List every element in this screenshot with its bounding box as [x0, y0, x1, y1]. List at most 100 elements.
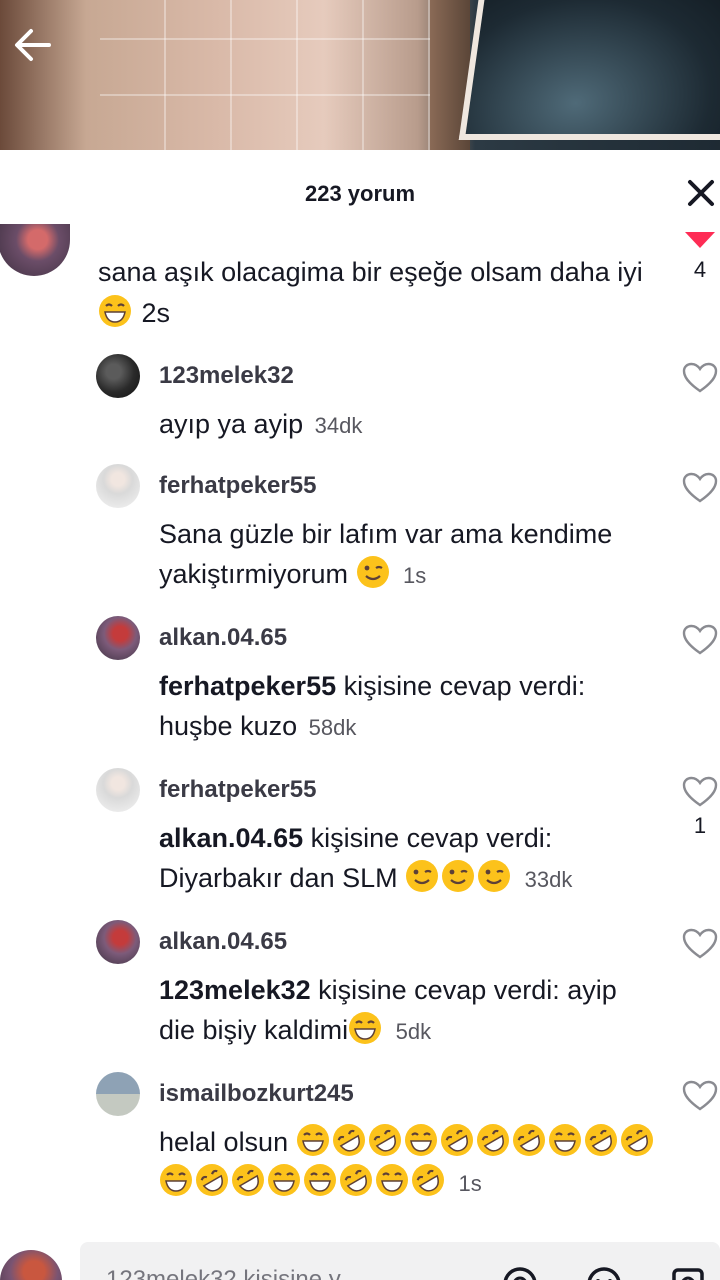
avatar[interactable] — [96, 1072, 140, 1116]
reply-time: 34dk — [314, 413, 363, 438]
reply-text: ayıp ya ayip 34dk — [159, 404, 659, 446]
reply-text: helal olsun 1s — [159, 1122, 679, 1204]
close-button[interactable] — [684, 176, 718, 210]
reply-time: 1s — [458, 1171, 482, 1196]
laughing-emoji-icon — [548, 1124, 581, 1156]
winking-emoji-icon — [356, 556, 389, 588]
laughing-emoji-icon — [99, 295, 131, 327]
reply-item: ferhatpeker55 Sana güzle bir lafım var a… — [0, 464, 720, 616]
reply-item: alkan.04.65 ferhatpeker55 kişisine cevap… — [0, 616, 720, 768]
reply-username[interactable]: alkan.04.65 — [159, 928, 287, 956]
like-button[interactable] — [680, 472, 720, 509]
reply-text: Sana güzle bir lafım var ama kendime yak… — [159, 514, 659, 596]
comment-list[interactable]: sana aşık olacagima bir eşeğe olsam daha… — [0, 224, 720, 1224]
reply-text: alkan.04.65 kişisine cevap verdi: Diyarb… — [159, 818, 659, 900]
reply-body: ayıp ya ayip — [159, 409, 304, 439]
comment-input-bar: 123melek32 kişisine y — [0, 1238, 720, 1280]
avatar[interactable] — [96, 464, 140, 508]
input-icons — [500, 1264, 720, 1280]
avatar[interactable] — [0, 224, 70, 276]
like-button[interactable] — [680, 1080, 720, 1117]
back-button[interactable] — [8, 20, 58, 70]
rofl-emoji-icon — [232, 1164, 264, 1196]
reply-mention[interactable]: 123melek32 — [159, 975, 311, 1005]
comment-input-placeholder: 123melek32 kişisine y — [106, 1266, 341, 1280]
like-button[interactable]: 1 — [680, 776, 720, 839]
comments-sheet: 223 yorum sana aşık olacagima bir eşeğe … — [0, 150, 720, 1280]
laughing-emoji-icon — [268, 1164, 300, 1196]
laughing-emoji-icon — [376, 1164, 408, 1196]
reply-time: 33dk — [524, 867, 573, 892]
reply-username[interactable]: ismailbozkurt245 — [159, 1080, 354, 1108]
avatar[interactable] — [96, 616, 140, 660]
winking-emoji-icon — [478, 860, 511, 892]
comment-item: sana aşık olacagima bir eşeğe olsam daha… — [0, 224, 720, 354]
laughing-emoji-icon — [304, 1164, 336, 1196]
reply-prefix: kişisine cevap verdi: — [318, 975, 560, 1005]
rofl-emoji-icon — [368, 1124, 401, 1156]
heart-outline-icon — [682, 928, 718, 959]
video-preview[interactable] — [0, 0, 720, 150]
rofl-emoji-icon — [620, 1124, 653, 1156]
reply-body: Diyarbakır dan SLM — [159, 863, 398, 893]
reply-username[interactable]: 123melek32 — [159, 362, 294, 390]
reply-time: 1s — [403, 563, 427, 588]
reply-item: ismailbozkurt245 helal olsun 1s — [0, 1072, 720, 1224]
sticker-icon[interactable] — [668, 1264, 708, 1280]
reply-prefix: kişisine cevap verdi: — [310, 823, 553, 853]
reply-body: huşbe kuzo — [159, 711, 298, 741]
reply-mention[interactable]: alkan.04.65 — [159, 823, 303, 853]
mention-icon[interactable] — [500, 1264, 540, 1280]
like-button[interactable]: 4 — [682, 232, 718, 283]
reply-text: 123melek32 kişisine cevap verdi: ayip di… — [159, 970, 659, 1052]
video-wall-tiles — [100, 0, 440, 150]
reply-item: 123melek32 ayıp ya ayip 34dk — [0, 354, 720, 464]
video-screen — [458, 0, 720, 140]
comment-time: 2s — [141, 298, 171, 328]
rofl-emoji-icon — [584, 1124, 617, 1156]
heart-outline-icon — [682, 362, 718, 393]
comment-text: sana aşık olacagima bir eşeğe olsam daha… — [98, 252, 668, 334]
sheet-header: 223 yorum — [0, 150, 720, 238]
comment-input[interactable]: 123melek32 kişisine y — [80, 1242, 720, 1280]
heart-outline-icon — [682, 776, 718, 807]
avatar[interactable] — [96, 920, 140, 964]
reply-mention[interactable]: ferhatpeker55 — [159, 671, 336, 701]
avatar[interactable] — [96, 354, 140, 398]
reply-item: alkan.04.65 123melek32 kişisine cevap ve… — [0, 920, 720, 1072]
like-count: 1 — [693, 813, 707, 838]
reply-item: ferhatpeker55 alkan.04.65 kişisine cevap… — [0, 768, 720, 920]
reply-username[interactable]: ferhatpeker55 — [159, 472, 316, 500]
emoji-icon[interactable] — [584, 1264, 624, 1280]
winking-emoji-icon — [406, 860, 439, 892]
reply-username[interactable]: ferhatpeker55 — [159, 776, 316, 804]
laughing-emoji-icon — [160, 1164, 192, 1196]
rofl-emoji-icon — [512, 1124, 545, 1156]
comment-body: sana aşık olacagima bir eşeğe olsam daha… — [98, 257, 643, 287]
reply-time: 58dk — [308, 715, 357, 740]
reply-username[interactable]: alkan.04.65 — [159, 624, 287, 652]
heart-outline-icon — [682, 472, 718, 503]
rofl-emoji-icon — [412, 1164, 444, 1196]
reply-text: ferhatpeker55 kişisine cevap verdi: huşb… — [159, 666, 659, 748]
rofl-emoji-icon — [340, 1164, 372, 1196]
like-button[interactable] — [680, 928, 720, 965]
heart-outline-icon — [682, 1080, 718, 1111]
comments-count-title: 223 yorum — [304, 181, 416, 206]
laughing-emoji-icon — [296, 1124, 329, 1156]
laughing-emoji-icon — [349, 1012, 382, 1044]
reply-body: helal olsun — [159, 1127, 289, 1157]
close-icon — [688, 180, 714, 206]
like-button[interactable] — [680, 362, 720, 399]
heart-filled-icon — [685, 232, 715, 248]
rofl-emoji-icon — [196, 1164, 228, 1196]
arrow-left-icon — [15, 29, 51, 61]
like-button[interactable] — [680, 624, 720, 661]
reply-prefix: kişisine cevap verdi: — [343, 671, 586, 701]
avatar[interactable] — [96, 768, 140, 812]
laughing-emoji-icon — [404, 1124, 437, 1156]
rofl-emoji-icon — [440, 1124, 473, 1156]
rofl-emoji-icon — [476, 1124, 509, 1156]
winking-emoji-icon — [442, 860, 475, 892]
reply-time: 5dk — [395, 1019, 432, 1044]
